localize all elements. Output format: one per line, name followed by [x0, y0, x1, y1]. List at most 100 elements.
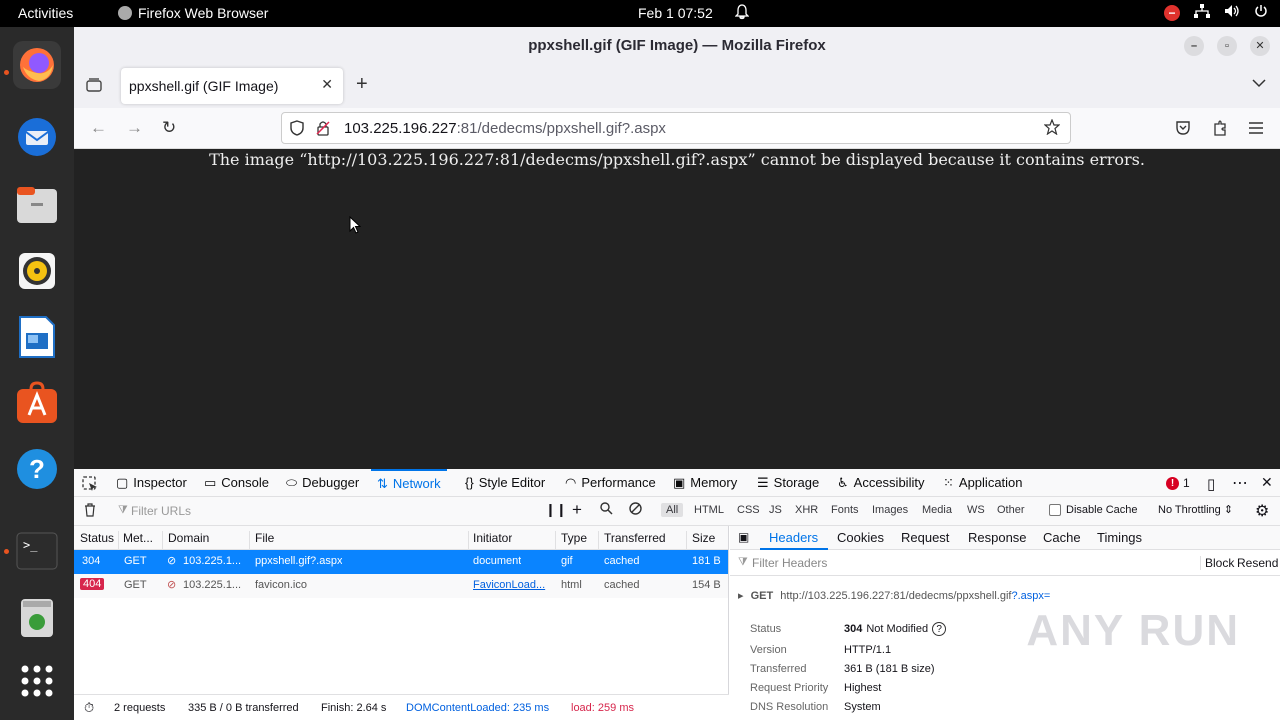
clock[interactable]: Feb 1 07:52	[638, 5, 713, 21]
list-tabs-chevron-icon[interactable]	[1252, 75, 1266, 93]
dock-appstore-icon[interactable]	[13, 379, 61, 427]
dock-firefox-icon[interactable]	[13, 41, 61, 89]
col-initiator[interactable]: Initiator	[473, 531, 512, 545]
disable-cache-label[interactable]: Disable Cache	[1066, 504, 1138, 516]
filter-html[interactable]: HTML	[694, 504, 724, 516]
svg-text:>_: >_	[23, 538, 38, 552]
dock-trash-icon[interactable]	[13, 593, 61, 641]
insecure-lock-icon[interactable]	[316, 120, 330, 140]
dock-help-icon[interactable]: ?	[13, 445, 61, 493]
hamburger-menu-icon[interactable]	[1249, 121, 1263, 139]
tab-cookies[interactable]: Cookies	[837, 530, 884, 545]
request-details: ▣ Headers Cookies Request Response Cache…	[730, 526, 1280, 720]
extensions-icon[interactable]	[1212, 119, 1228, 142]
system-tray[interactable]: −	[1164, 4, 1268, 21]
dock-files-icon[interactable]	[13, 181, 61, 229]
request-line[interactable]: ▸ GET http://103.225.196.227:81/dedecms/…	[738, 589, 1050, 602]
resend-button[interactable]: Resend	[1237, 556, 1278, 570]
close-devtools-icon[interactable]: ✕	[1261, 474, 1273, 491]
toggle-sidebar-icon[interactable]: ▣	[738, 530, 749, 544]
col-transferred[interactable]: Transferred	[604, 531, 666, 545]
minimize-button[interactable]: –	[1184, 36, 1204, 56]
reload-icon[interactable]: ↻	[162, 118, 176, 138]
block-button[interactable]: Block	[1200, 556, 1234, 570]
new-tab-button[interactable]: +	[356, 73, 368, 96]
tab-cache[interactable]: Cache	[1043, 530, 1081, 545]
col-method[interactable]: Met...	[123, 531, 153, 545]
accessibility-icon: ♿	[837, 475, 849, 490]
filter-images[interactable]: Images	[872, 504, 908, 516]
filter-fonts[interactable]: Fonts	[831, 504, 859, 516]
url-bar[interactable]: 103.225.196.227:81/dedecms/ppxshell.gif?…	[281, 112, 1071, 144]
dock-side-icon[interactable]: ▯	[1207, 475, 1215, 493]
stopwatch-icon[interactable]: ⏱	[84, 700, 94, 716]
close-window-button[interactable]: ✕	[1250, 36, 1270, 56]
tab-timings[interactable]: Timings	[1097, 530, 1142, 545]
disable-cache-checkbox[interactable]	[1049, 504, 1061, 516]
maximize-button[interactable]: ▫	[1217, 36, 1237, 56]
filter-media[interactable]: Media	[922, 504, 952, 516]
devtools-tab-storage[interactable]: ☰ Storage	[757, 469, 819, 497]
dock-thunderbird-icon[interactable]	[13, 113, 61, 161]
throttling-select[interactable]: No Throttling ⇕	[1158, 503, 1233, 516]
warning-icon[interactable]: −	[1164, 4, 1180, 21]
devtools-tab-inspector[interactable]: ▢ Inspector	[116, 469, 187, 497]
dock-rhythmbox-icon[interactable]	[13, 247, 61, 295]
initiator-link[interactable]: FaviconLoad...	[473, 579, 549, 591]
table-row[interactable]: 404 GET ⊘ 103.225.1... favicon.ico Favic…	[74, 574, 728, 598]
dock-show-apps-icon[interactable]	[13, 657, 61, 705]
add-icon[interactable]: +	[572, 500, 582, 520]
devtools-tab-application[interactable]: ⁙ Application	[943, 469, 1023, 497]
devtools-tab-console[interactable]: ▭ Console	[204, 469, 269, 497]
pocket-icon[interactable]	[1175, 120, 1191, 141]
filter-js[interactable]: JS	[769, 504, 782, 516]
filter-headers-input[interactable]: Filter Headers	[752, 556, 827, 570]
activities-button[interactable]: Activities	[18, 5, 73, 21]
search-icon[interactable]	[600, 502, 613, 518]
col-status[interactable]: Status	[80, 531, 114, 545]
tab-active[interactable]: ppxshell.gif (GIF Image) ✕	[121, 68, 343, 104]
table-row[interactable]: 304 GET ⊘ 103.225.1... ppxshell.gif?.asp…	[74, 550, 728, 574]
back-icon[interactable]: ←	[90, 118, 107, 138]
dock-writer-icon[interactable]	[13, 313, 61, 361]
window-titlebar: ppxshell.gif (GIF Image) — Mozilla Firef…	[74, 27, 1280, 64]
trash-icon[interactable]	[84, 503, 96, 520]
devtools-tab-memory[interactable]: ▣ Memory	[673, 469, 737, 497]
tab-close-icon[interactable]: ✕	[321, 76, 333, 93]
filter-ws[interactable]: WS	[967, 504, 985, 516]
filter-urls-input[interactable]: Filter URLs	[131, 504, 191, 518]
firefox-view-icon[interactable]	[86, 77, 102, 98]
filter-other[interactable]: Other	[997, 504, 1025, 516]
bell-icon[interactable]	[734, 4, 750, 23]
help-icon[interactable]: ?	[932, 622, 947, 636]
shield-icon[interactable]	[290, 120, 304, 140]
devtools-tab-performance[interactable]: ◠ Performance	[565, 469, 656, 497]
col-type[interactable]: Type	[561, 531, 587, 545]
page-content: The image “http://103.225.196.227:81/ded…	[74, 149, 1280, 469]
filter-all[interactable]: All	[661, 503, 684, 517]
bookmark-star-icon[interactable]	[1043, 118, 1061, 139]
tab-headers[interactable]: Headers	[769, 530, 818, 545]
devtools-tab-style-editor[interactable]: {} Style Editor	[465, 469, 545, 497]
more-options-icon[interactable]: ⋯	[1232, 473, 1248, 493]
tab-response[interactable]: Response	[968, 530, 1027, 545]
settings-gear-icon[interactable]: ⚙	[1255, 501, 1269, 521]
devtools-tab-accessibility[interactable]: ♿ Accessibility	[837, 469, 924, 497]
chip-icon: ▣	[673, 475, 686, 490]
app-menu[interactable]: Firefox Web Browser	[118, 5, 268, 21]
error-count-badge[interactable]: ! 1	[1166, 476, 1190, 490]
tracker-icon: ⊘	[167, 555, 177, 567]
block-icon[interactable]	[629, 502, 642, 518]
col-size[interactable]: Size	[692, 531, 715, 545]
filter-css[interactable]: CSS	[737, 504, 760, 516]
tab-request[interactable]: Request	[901, 530, 949, 545]
filter-xhr[interactable]: XHR	[795, 504, 818, 516]
col-domain[interactable]: Domain	[168, 531, 209, 545]
element-picker-icon[interactable]	[82, 476, 98, 495]
pause-icon[interactable]: ❙❙	[545, 502, 567, 518]
forward-icon[interactable]: →	[126, 118, 143, 138]
dock-terminal-icon[interactable]: >_	[13, 527, 61, 575]
devtools-tab-debugger[interactable]: ⬭ Debugger	[286, 469, 359, 497]
col-file[interactable]: File	[255, 531, 274, 545]
devtools-tab-network[interactable]: ⇅ Network	[371, 469, 447, 497]
